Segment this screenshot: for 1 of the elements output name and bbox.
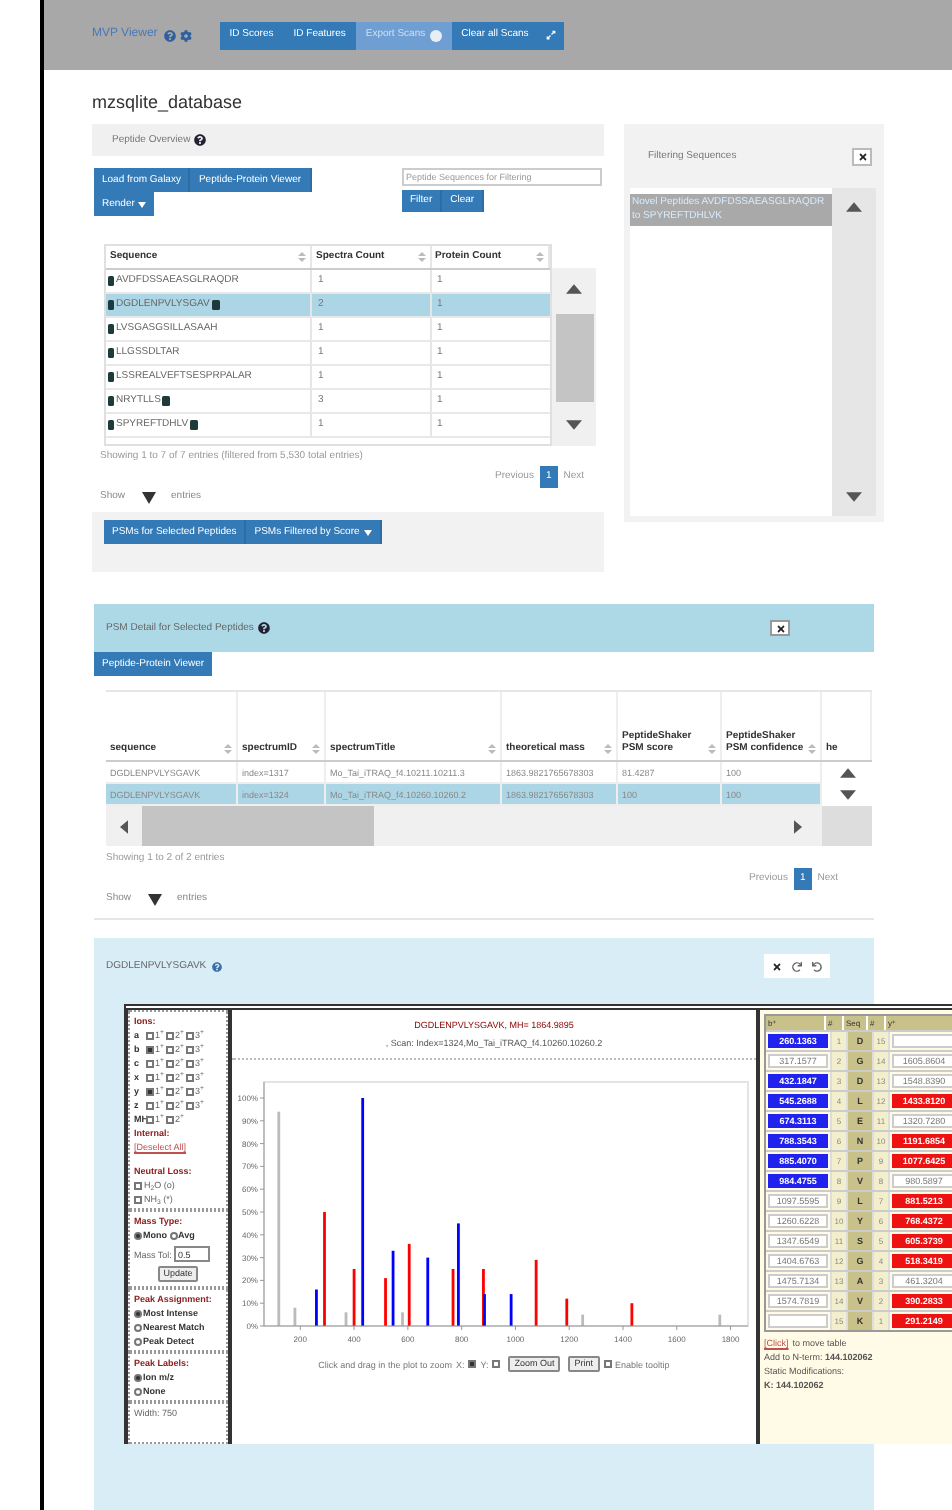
page-title: mzsqlite_database: [92, 92, 243, 112]
